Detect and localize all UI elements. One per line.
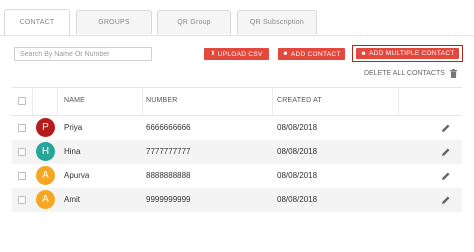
contact-created-at: 08/08/2018 [277, 195, 318, 204]
row-checkbox[interactable] [18, 124, 26, 132]
upload-csv-label: UPLOAD CSV [217, 50, 263, 58]
edit-icon[interactable] [441, 147, 451, 157]
edit-icon[interactable] [441, 195, 451, 205]
person-icon: ☻ [282, 51, 289, 57]
tab-divider [0, 35, 474, 36]
column-divider [57, 88, 58, 115]
contact-number: 7777777777 [146, 147, 191, 156]
contact-name: Amit [64, 195, 80, 204]
edit-icon[interactable] [441, 123, 451, 133]
contact-created-at: 08/08/2018 [277, 123, 318, 132]
tab-contact[interactable]: CONTACT [4, 9, 70, 35]
upload-csv-button[interactable]: ⬆ UPLOAD CSV [204, 48, 269, 60]
group-icon: ☻ [360, 50, 368, 57]
avatar: A [36, 190, 55, 209]
contact-name: Hina [64, 147, 81, 156]
trash-icon [449, 69, 457, 78]
contacts-table: NAME NUMBER CREATED AT P Priya 666666666… [12, 87, 462, 212]
table-row[interactable]: H Hina 7777777777 08/08/2018 [12, 140, 462, 164]
delete-all-label: DELETE ALL CONTACTS [364, 70, 445, 77]
row-checkbox[interactable] [18, 148, 26, 156]
avatar: A [36, 166, 55, 185]
contact-name: Apurva [64, 171, 90, 180]
table-header: NAME NUMBER CREATED AT [12, 87, 462, 116]
select-all-checkbox[interactable] [18, 97, 26, 105]
header-number: NUMBER [146, 97, 178, 104]
table-row[interactable]: A Apurva 8888888888 08/08/2018 [12, 164, 462, 188]
tab-qr-subscription[interactable]: QR Subscription [237, 10, 317, 34]
header-created-at: CREATED AT [277, 97, 322, 104]
add-multiple-contact-button[interactable]: ☻ ADD MULTIPLE CONTACT [356, 48, 459, 59]
contact-created-at: 08/08/2018 [277, 147, 318, 156]
avatar: P [36, 118, 55, 137]
column-divider [142, 88, 143, 115]
add-multiple-contact-frame: ☻ ADD MULTIPLE CONTACT [352, 45, 463, 62]
column-divider [32, 88, 33, 115]
contact-number: 6666666666 [146, 123, 191, 132]
upload-icon: ⬆ [210, 51, 216, 57]
contact-number: 9999999999 [146, 195, 191, 204]
table-row[interactable]: P Priya 6666666666 08/08/2018 [12, 116, 462, 140]
column-divider [272, 88, 273, 115]
header-name: NAME [64, 97, 86, 104]
row-checkbox[interactable] [18, 196, 26, 204]
tab-bar: CONTACT GROUPS QR Group QR Subscription [0, 0, 474, 36]
delete-all-contacts-button[interactable]: DELETE ALL CONTACTS [364, 69, 457, 78]
contact-created-at: 08/08/2018 [277, 171, 318, 180]
contact-name: Priya [64, 123, 83, 132]
add-multiple-contact-label: ADD MULTIPLE CONTACT [369, 50, 455, 57]
edit-icon[interactable] [441, 171, 451, 181]
avatar: H [36, 142, 55, 161]
column-divider [398, 88, 399, 115]
row-checkbox[interactable] [18, 172, 26, 180]
add-contact-button[interactable]: ☻ ADD CONTACT [278, 48, 345, 60]
tab-qr-group[interactable]: QR Group [157, 10, 231, 34]
table-row[interactable]: A Amit 9999999999 08/08/2018 [12, 188, 462, 212]
add-contact-label: ADD CONTACT [290, 50, 341, 58]
contact-number: 8888888888 [146, 171, 191, 180]
search-input[interactable] [14, 47, 152, 61]
tab-groups[interactable]: GROUPS [76, 10, 152, 34]
